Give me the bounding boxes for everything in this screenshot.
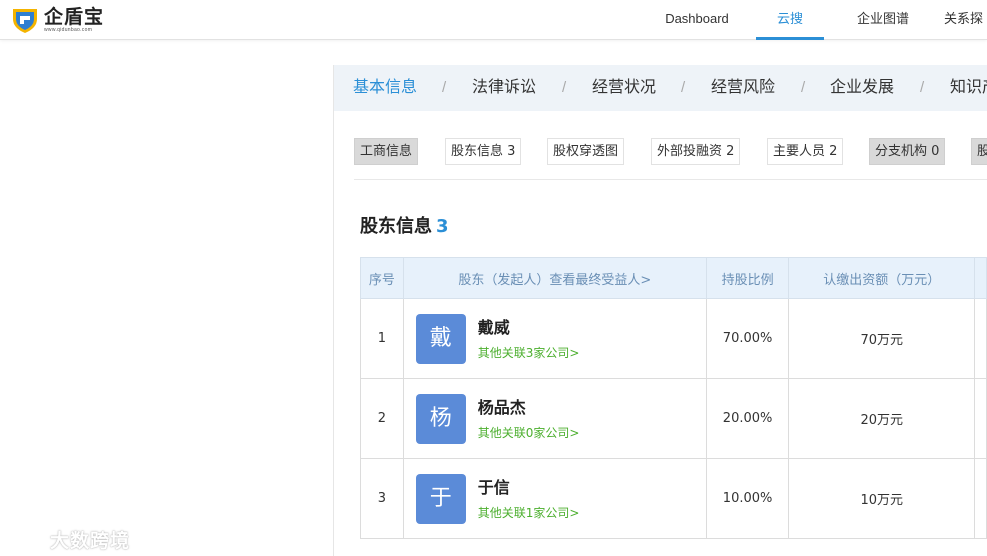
related-companies-link[interactable]: 其他关联0家公司> [478, 425, 580, 441]
section-title-text: 股东信息 [360, 216, 432, 237]
avatar: 戴 [415, 313, 466, 364]
nav-yunsou[interactable]: 云搜 [756, 0, 824, 40]
avatar: 于 [415, 473, 466, 524]
overflow-cell [974, 458, 987, 539]
table-header-row: 序号 股东（发起人）查看最终受益人> 持股比例 认缴出资额（万元） [360, 257, 987, 299]
chip-external-investment[interactable]: 外部投融资 2 [651, 138, 741, 165]
ratio-cell: 20.00% [705, 378, 790, 459]
brand-domain: www.qidunbao.com [44, 27, 93, 33]
capital-cell: 20万元 [788, 378, 976, 459]
col-overflow [974, 257, 987, 299]
col-capital: 认缴出资额（万元） [788, 257, 976, 299]
chip-business-info[interactable]: 工商信息 [354, 138, 419, 165]
chat-bubble-icon [8, 524, 44, 555]
shareholder-name[interactable]: 于信 [478, 477, 580, 499]
nav-enterprise-graph[interactable]: 企业图谱 [848, 0, 918, 40]
shareholder-cell: 杨 杨品杰 其他关联0家公司> [402, 378, 707, 459]
related-companies-link[interactable]: 其他关联3家公司> [478, 345, 580, 361]
shareholder-name[interactable]: 杨品杰 [478, 397, 580, 419]
chip-equity-more[interactable]: 股 [971, 138, 987, 165]
overflow-cell [974, 378, 987, 459]
chip-equity-penetration[interactable]: 股权穿透图 [547, 138, 625, 165]
related-companies-link[interactable]: 其他关联1家公司> [478, 505, 580, 521]
tab-legal[interactable]: 法律诉讼 [472, 65, 536, 111]
brand-logo[interactable]: 企盾宝 www.qidunbao.com [10, 5, 104, 35]
row-index: 3 [360, 458, 404, 539]
shareholders-table: 序号 股东（发起人）查看最终受益人> 持股比例 认缴出资额（万元） 1 戴 戴威… [360, 257, 987, 539]
panel-divider [333, 65, 334, 556]
brand-name: 企盾宝 [44, 6, 105, 28]
capital-cell: 70万元 [788, 298, 976, 379]
ratio-cell: 10.00% [705, 458, 790, 539]
tab-separator: / [801, 79, 806, 96]
section-title: 股东信息 3 [360, 212, 449, 238]
tab-operation[interactable]: 经营状况 [592, 65, 656, 111]
table-row: 3 于 于信 其他关联1家公司> 10.00% 10万元 [360, 458, 987, 539]
table-row: 2 杨 杨品杰 其他关联0家公司> 20.00% 20万元 [360, 378, 987, 459]
watermark: 大数跨境 [8, 524, 130, 555]
capital-cell: 10万元 [788, 458, 976, 539]
nav-relation-explore[interactable]: 关系探 [944, 0, 987, 40]
row-index: 1 [360, 298, 404, 379]
tab-ip[interactable]: 知识产 [950, 65, 987, 111]
shareholder-cell: 戴 戴威 其他关联3家公司> [402, 298, 707, 379]
avatar: 杨 [415, 393, 466, 444]
divider [354, 179, 987, 180]
top-navbar: 企盾宝 www.qidunbao.com Dashboard 云搜 企业图谱 关… [0, 0, 987, 40]
shield-logo-icon [10, 6, 40, 34]
section-tabs: 基本信息 / 法律诉讼 / 经营状况 / 经营风险 / 企业发展 / 知识产 [334, 65, 987, 111]
table-row: 1 戴 戴威 其他关联3家公司> 70.00% 70万元 [360, 298, 987, 379]
chip-branches[interactable]: 分支机构 0 [869, 138, 946, 165]
chip-shareholders[interactable]: 股东信息 3 [445, 138, 522, 165]
tab-separator: / [681, 79, 686, 96]
col-ratio: 持股比例 [705, 257, 790, 299]
chip-key-personnel[interactable]: 主要人员 2 [767, 138, 844, 165]
tab-basic-info[interactable]: 基本信息 [353, 65, 417, 111]
shareholder-name[interactable]: 戴威 [478, 317, 580, 339]
col-index: 序号 [360, 257, 404, 299]
tab-development[interactable]: 企业发展 [830, 65, 894, 111]
ratio-cell: 70.00% [705, 298, 790, 379]
shareholder-cell: 于 于信 其他关联1家公司> [402, 458, 707, 539]
col-shareholder[interactable]: 股东（发起人）查看最终受益人> [402, 257, 707, 299]
section-title-count: 3 [436, 216, 449, 237]
tab-separator: / [442, 79, 447, 96]
watermark-text: 大数跨境 [50, 530, 131, 552]
nav-dashboard[interactable]: Dashboard [655, 0, 739, 40]
overflow-cell [974, 298, 987, 379]
tab-risk[interactable]: 经营风险 [711, 65, 775, 111]
row-index: 2 [360, 378, 404, 459]
tab-separator: / [920, 79, 925, 96]
tab-separator: / [562, 79, 567, 96]
